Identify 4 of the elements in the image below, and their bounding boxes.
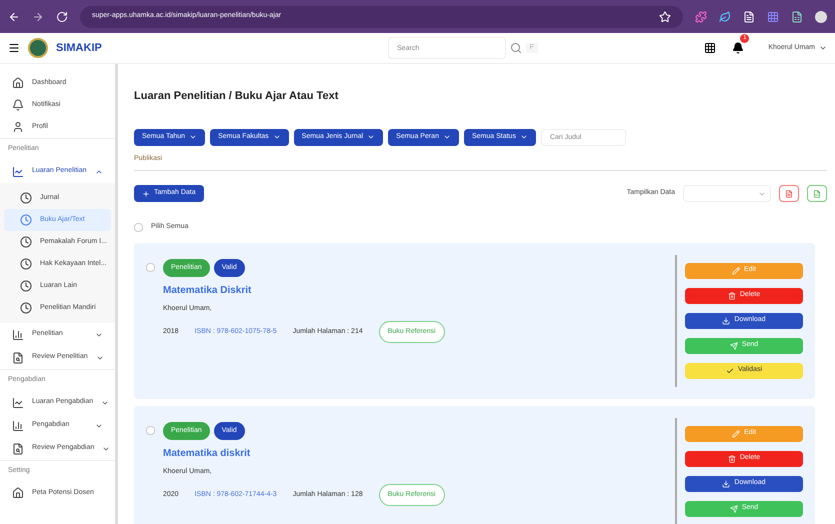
publication-title[interactable]: Matematika Diskrit [163,283,667,298]
publication-title[interactable]: Matematika diskrit [163,446,667,461]
page-title: Luaran Penelitian / Buku Ajar Atau Text [134,89,340,104]
brand-name: SIMAKIP [56,40,102,56]
